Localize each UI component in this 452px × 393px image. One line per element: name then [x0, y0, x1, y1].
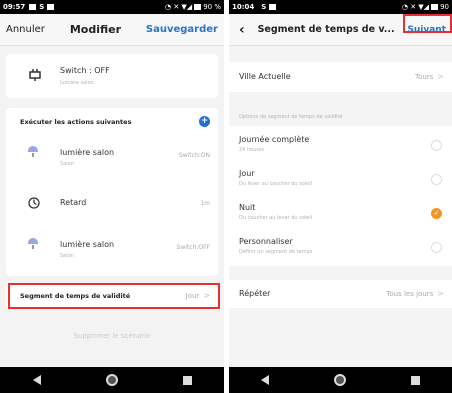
condition-card[interactable]: Switch : OFF lumière salon	[6, 54, 218, 98]
battery-level: 90 %	[203, 3, 221, 11]
city-label: Ville Actuelle	[239, 72, 291, 81]
page-title: Segment de temps de v...	[257, 24, 395, 35]
option-title: Nuit	[239, 203, 256, 212]
action-value: 1m	[200, 200, 210, 207]
status-right: ◔ ✕ ▼◢ 90	[402, 3, 449, 11]
highlight-box	[403, 14, 452, 33]
lamp-icon	[28, 146, 38, 157]
timer-icon	[28, 197, 40, 209]
right-phone-screen: 10:04 S ◔ ✕ ▼◢ 90 ‹ Segment de temps de …	[229, 0, 452, 393]
page-title: Modifier	[69, 23, 121, 36]
status-time: 09:57	[3, 3, 26, 11]
radio-selected-checkmark-icon[interactable]: ✓	[431, 208, 442, 219]
repeat-label: Répéter	[239, 289, 271, 298]
chevron-right-icon: >	[437, 289, 444, 298]
status-time: 10:04	[232, 3, 255, 11]
option-title: Journée complète	[239, 135, 310, 144]
repeat-value-wrap: Tous les jours >	[386, 289, 444, 298]
battery-level: 90	[440, 3, 449, 11]
back-icon[interactable]	[261, 375, 270, 385]
action-subtitle: Salon	[60, 253, 74, 259]
option-row[interactable]: Journée complète 24 heures	[229, 130, 452, 162]
radio-button[interactable]	[431, 140, 442, 151]
options-card: Journée complète 24 heures Jour Du lever…	[229, 126, 452, 266]
action-row[interactable]: lumière salon Salon Switch:OFF	[6, 228, 218, 272]
top-nav: Annuler Modifier Sauvegarder	[0, 14, 224, 46]
radio-button[interactable]	[431, 174, 442, 185]
recent-apps-icon[interactable]	[182, 375, 192, 385]
chevron-right-icon: >	[437, 72, 444, 81]
left-phone-screen: 09:57 S ◔ ✕ ▼◢ 90 % Annuler Modifier Sau…	[0, 0, 224, 393]
radio-button[interactable]	[431, 242, 442, 253]
action-title: Retard	[60, 198, 87, 207]
city-value-wrap: Tours >	[415, 72, 444, 81]
options-header: Options de segment de temps de validité	[239, 114, 343, 120]
action-title: lumière salon	[60, 148, 115, 157]
action-row[interactable]: Retard 1m	[6, 184, 218, 224]
cancel-button[interactable]: Annuler	[6, 24, 45, 35]
action-subtitle: Salon	[60, 161, 74, 167]
lamp-icon	[28, 238, 38, 249]
notification-icon	[29, 4, 37, 10]
delete-scenario-button[interactable]: Supprimer le scénario	[0, 332, 224, 340]
option-row[interactable]: Nuit Du coucher au lever du soleil ✓	[229, 198, 452, 230]
home-icon[interactable]	[105, 374, 118, 386]
recent-apps-icon[interactable]	[410, 375, 420, 385]
option-subtitle: Définir un segment de temps	[239, 249, 313, 255]
city-row[interactable]: Ville Actuelle Tours >	[229, 62, 452, 92]
repeat-row[interactable]: Répéter Tous les jours >	[229, 280, 452, 308]
condition-title: Switch : OFF	[60, 66, 110, 75]
option-subtitle: 24 heures	[239, 147, 264, 153]
notification-icon	[269, 4, 277, 10]
option-subtitle: Du lever au coucher du soleil	[239, 181, 313, 187]
save-button[interactable]: Sauvegarder	[146, 24, 218, 35]
actions-card: Exécuter les actions suivantes + lumière…	[6, 108, 218, 276]
notification-icon	[47, 4, 55, 10]
city-value: Tours	[414, 73, 434, 81]
add-action-icon[interactable]: +	[199, 116, 210, 127]
condition-subtitle: lumière salon	[60, 80, 94, 86]
highlight-box	[8, 283, 220, 309]
action-value: Switch:OFF	[176, 244, 210, 251]
option-row[interactable]: Jour Du lever au coucher du soleil	[229, 164, 452, 196]
option-subtitle: Du coucher au lever du soleil	[239, 215, 313, 221]
battery-icon	[431, 4, 439, 10]
signal-icon: ◔ ✕ ▼◢	[401, 3, 430, 11]
home-icon[interactable]	[333, 374, 346, 386]
signal-icon: ◔ ✕ ▼◢	[165, 3, 193, 11]
android-nav-bar	[0, 367, 224, 393]
option-title: Personnaliser	[239, 237, 293, 246]
android-nav-bar	[229, 367, 452, 393]
repeat-value: Tous les jours	[386, 290, 434, 298]
action-row[interactable]: lumière salon Salon Switch:ON	[6, 136, 218, 180]
status-bar: 09:57 S ◔ ✕ ▼◢ 90 %	[0, 0, 224, 14]
status-right: ◔ ✕ ▼◢ 90 %	[165, 3, 221, 11]
option-row[interactable]: Personnaliser Définir un segment de temp…	[229, 232, 452, 264]
s-icon: S	[39, 3, 45, 11]
actions-header: Exécuter les actions suivantes	[20, 118, 132, 126]
battery-icon	[194, 4, 202, 10]
s-icon: S	[261, 3, 267, 11]
action-value: Switch:ON	[178, 152, 210, 159]
action-title: lumière salon	[60, 240, 115, 249]
back-icon[interactable]	[32, 375, 41, 385]
option-title: Jour	[239, 169, 255, 178]
plug-icon	[29, 69, 41, 81]
status-bar: 10:04 S ◔ ✕ ▼◢ 90	[229, 0, 452, 14]
